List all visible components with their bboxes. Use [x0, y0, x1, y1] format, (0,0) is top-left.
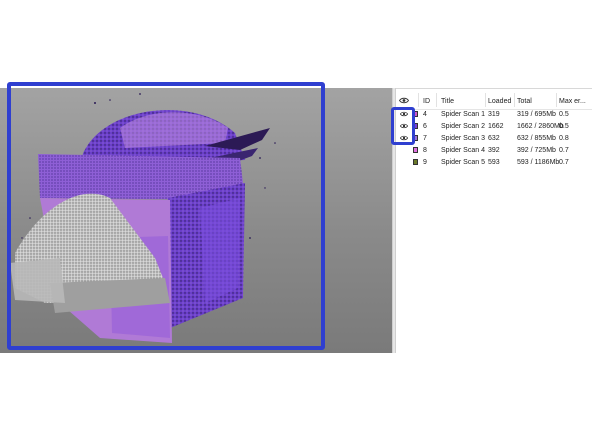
- row-id: 8: [423, 147, 427, 154]
- column-header-max-error[interactable]: Max er...: [559, 97, 586, 106]
- row-id: 7: [423, 135, 427, 142]
- row-title: Spider Scan 2: [441, 123, 485, 130]
- column-header-loaded[interactable]: Loaded: [488, 97, 511, 106]
- column-header-total[interactable]: Total: [517, 97, 532, 106]
- row-total: 392 / 725Mb: [517, 147, 556, 154]
- table-row[interactable]: 7 Spider Scan 3 632 632 / 855Mb 0.8: [396, 133, 592, 144]
- scan-layers-panel: ID Title Loaded Total Max er... 4 Spider…: [396, 88, 592, 353]
- viewport-highlight-box: [7, 82, 325, 350]
- visibility-icons-highlight-box: [391, 107, 415, 145]
- row-title: Spider Scan 4: [441, 147, 485, 154]
- row-total: 1662 / 2860Mb: [517, 123, 564, 130]
- row-id: 4: [423, 111, 427, 118]
- table-row[interactable]: 6 Spider Scan 2 1662 1662 / 2860Mb 0.5: [396, 121, 592, 132]
- layer-color-swatch[interactable]: [413, 147, 418, 153]
- table-header: ID Title Loaded Total Max er...: [396, 89, 592, 110]
- row-max-error: 0.8: [559, 135, 569, 142]
- column-header-title[interactable]: Title: [441, 97, 454, 106]
- row-max-error: 0.7: [559, 147, 569, 154]
- row-max-error: 0.7: [559, 159, 569, 166]
- row-title: Spider Scan 3: [441, 135, 485, 142]
- layer-color-swatch[interactable]: [413, 159, 418, 165]
- row-loaded: 593: [488, 159, 500, 166]
- row-loaded: 319: [488, 111, 500, 118]
- table-row[interactable]: 9 Spider Scan 5 593 593 / 1186Mb 0.7: [396, 157, 592, 168]
- row-max-error: 0.5: [559, 111, 569, 118]
- row-loaded: 632: [488, 135, 500, 142]
- row-total: 593 / 1186Mb: [517, 159, 560, 166]
- column-header-id[interactable]: ID: [423, 97, 430, 106]
- eye-icon[interactable]: [399, 97, 409, 104]
- row-loaded: 392: [488, 147, 500, 154]
- row-loaded: 1662: [488, 123, 504, 130]
- table-row[interactable]: 4 Spider Scan 1 319 319 / 695Mb 0.5: [396, 109, 592, 120]
- row-max-error: 0.5: [559, 123, 569, 130]
- row-id: 9: [423, 159, 427, 166]
- table-row[interactable]: 8 Spider Scan 4 392 392 / 725Mb 0.7: [396, 145, 592, 156]
- row-title: Spider Scan 1: [441, 111, 485, 118]
- row-id: 6: [423, 123, 427, 130]
- row-title: Spider Scan 5: [441, 159, 485, 166]
- row-total: 632 / 855Mb: [517, 135, 556, 142]
- row-total: 319 / 695Mb: [517, 111, 556, 118]
